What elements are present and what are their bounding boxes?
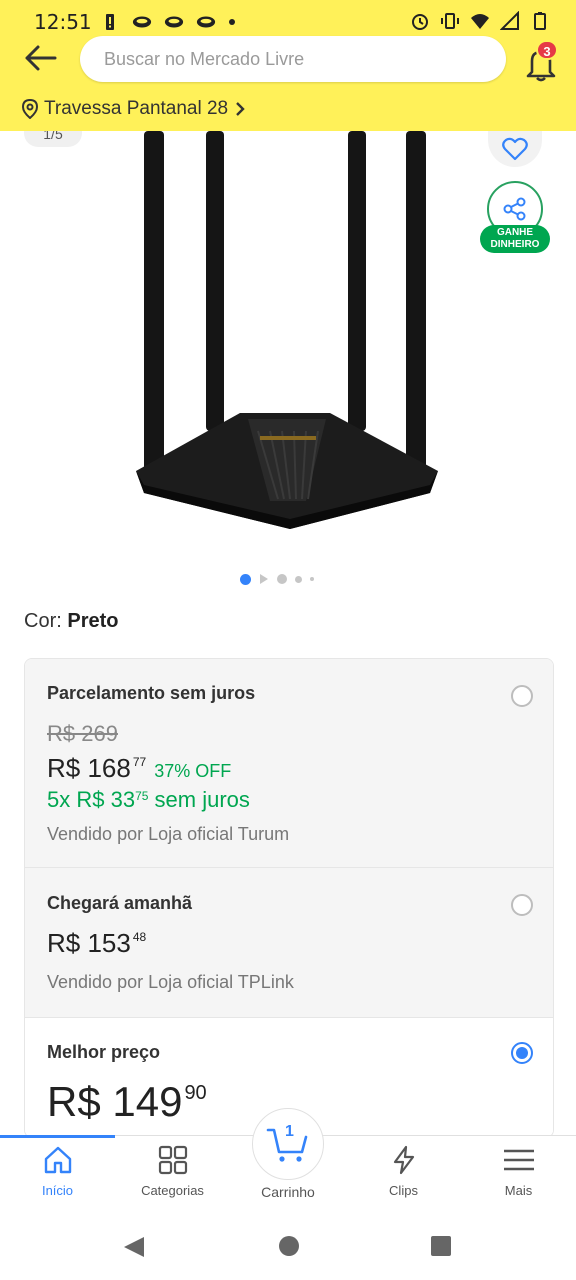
battery-icon <box>534 12 546 30</box>
system-recents-icon[interactable] <box>430 1235 452 1257</box>
menu-icon <box>503 1149 534 1171</box>
nav-mais[interactable]: Mais <box>461 1144 576 1198</box>
buying-options: Parcelamento sem juros R$ 269 R$ 168 77 37… <box>24 658 554 1138</box>
app-notification-icon <box>132 16 152 28</box>
favorite-button[interactable] <box>488 131 542 167</box>
nav-label: Categorias <box>141 1183 204 1198</box>
vibrate-icon <box>441 13 459 29</box>
current-price: R$ 168 77 <box>47 753 147 783</box>
system-navigation-bar <box>0 1215 576 1280</box>
location-pin-icon <box>22 99 38 119</box>
color-label: Cor: <box>24 610 62 632</box>
old-price: R$ 269 <box>47 721 118 746</box>
alarm-icon <box>412 14 428 30</box>
app-notification-icon <box>196 16 216 28</box>
home-icon <box>44 1146 71 1174</box>
current-price-row: R$ 149 90 <box>47 1078 207 1126</box>
offer-title: Chegará amanhã <box>47 893 193 913</box>
nav-label: Mais <box>504 1183 533 1198</box>
nav-label-carrinho[interactable]: Carrinho <box>230 1184 346 1200</box>
earn-money-label[interactable]: GANHE DINHEIRO <box>480 225 550 253</box>
offer-radio-selected[interactable] <box>511 1042 533 1064</box>
current-price: R$ 153 48 <box>47 928 147 958</box>
offer-title: Melhor preço <box>47 1042 161 1062</box>
color-selection: Cor: Preto <box>24 610 118 633</box>
notifications-button[interactable]: 3 <box>522 40 562 82</box>
share-icon <box>503 197 526 221</box>
more-notifications-dot-icon <box>229 19 235 25</box>
signal-icon <box>500 11 519 30</box>
status-time: 12:51 <box>34 10 92 34</box>
wifi-icon <box>471 14 489 29</box>
nav-inicio[interactable]: Início <box>0 1144 115 1198</box>
current-price-row: R$ 153 48 <box>47 928 146 959</box>
top-bar: 12:51 3 Travessa Pantanal 28 <box>0 0 576 131</box>
arrow-left-icon <box>25 45 57 71</box>
lightning-icon <box>393 1145 414 1175</box>
offer-radio[interactable] <box>511 894 533 916</box>
categories-grid-icon <box>158 1145 187 1175</box>
active-tab-indicator <box>0 1135 115 1138</box>
heart-icon <box>502 137 528 161</box>
video-play-icon <box>260 574 268 584</box>
installments-info: 5x R$ 3375 sem juros <box>47 787 250 812</box>
cart-count: 1 <box>285 1123 294 1140</box>
carousel-dots <box>240 573 314 585</box>
nav-carrinho-button[interactable]: 1 <box>252 1108 324 1180</box>
nav-label: Clips <box>389 1183 418 1198</box>
current-price-row: R$ 168 77 37% OFF <box>47 753 231 784</box>
current-price: R$ 149 90 <box>47 1078 207 1125</box>
status-notification-icons <box>100 12 236 32</box>
product-gallery[interactable]: 1/5 GANHE DINHEIRO <box>0 121 576 601</box>
battery-alert-icon <box>106 14 114 30</box>
color-value: Preto <box>67 610 119 632</box>
delivery-address[interactable]: Travessa Pantanal 28 <box>22 98 246 120</box>
offer-title: Parcelamento sem juros <box>47 683 256 703</box>
bottom-navigation: Início Categorias 1 Carrinho Clips Mais <box>0 1108 576 1215</box>
status-system-icons <box>410 11 550 31</box>
router-product-image <box>136 131 438 529</box>
system-back-icon[interactable] <box>122 1235 146 1259</box>
offer-installments[interactable]: Parcelamento sem juros R$ 269 R$ 168 77 37… <box>25 659 553 867</box>
seller-info: Vendido por Loja oficial Turum <box>47 824 290 844</box>
offer-fast-delivery[interactable]: Chegará amanhã R$ 153 48 Vendido por Loja… <box>25 868 553 1017</box>
carousel-dot <box>277 574 287 584</box>
search-input[interactable] <box>80 36 506 82</box>
carousel-dot <box>295 575 302 583</box>
carousel-dot <box>310 577 314 581</box>
seller-info: Vendido por Loja oficial TPLink <box>47 972 294 992</box>
system-home-icon[interactable] <box>278 1235 300 1257</box>
carousel-dot-active <box>240 573 251 585</box>
search-bar[interactable] <box>80 36 506 82</box>
app-notification-icon <box>164 16 184 28</box>
nav-clips[interactable]: Clips <box>346 1144 461 1198</box>
notifications-badge: 3 <box>536 40 558 60</box>
chevron-right-icon <box>236 102 245 116</box>
discount-label: 37% OFF <box>154 761 232 781</box>
offer-radio[interactable] <box>511 685 533 707</box>
back-button[interactable] <box>20 40 60 76</box>
nav-label: Início <box>41 1183 74 1198</box>
nav-categorias[interactable]: Categorias <box>115 1144 230 1198</box>
address-text: Travessa Pantanal 28 <box>44 98 229 119</box>
